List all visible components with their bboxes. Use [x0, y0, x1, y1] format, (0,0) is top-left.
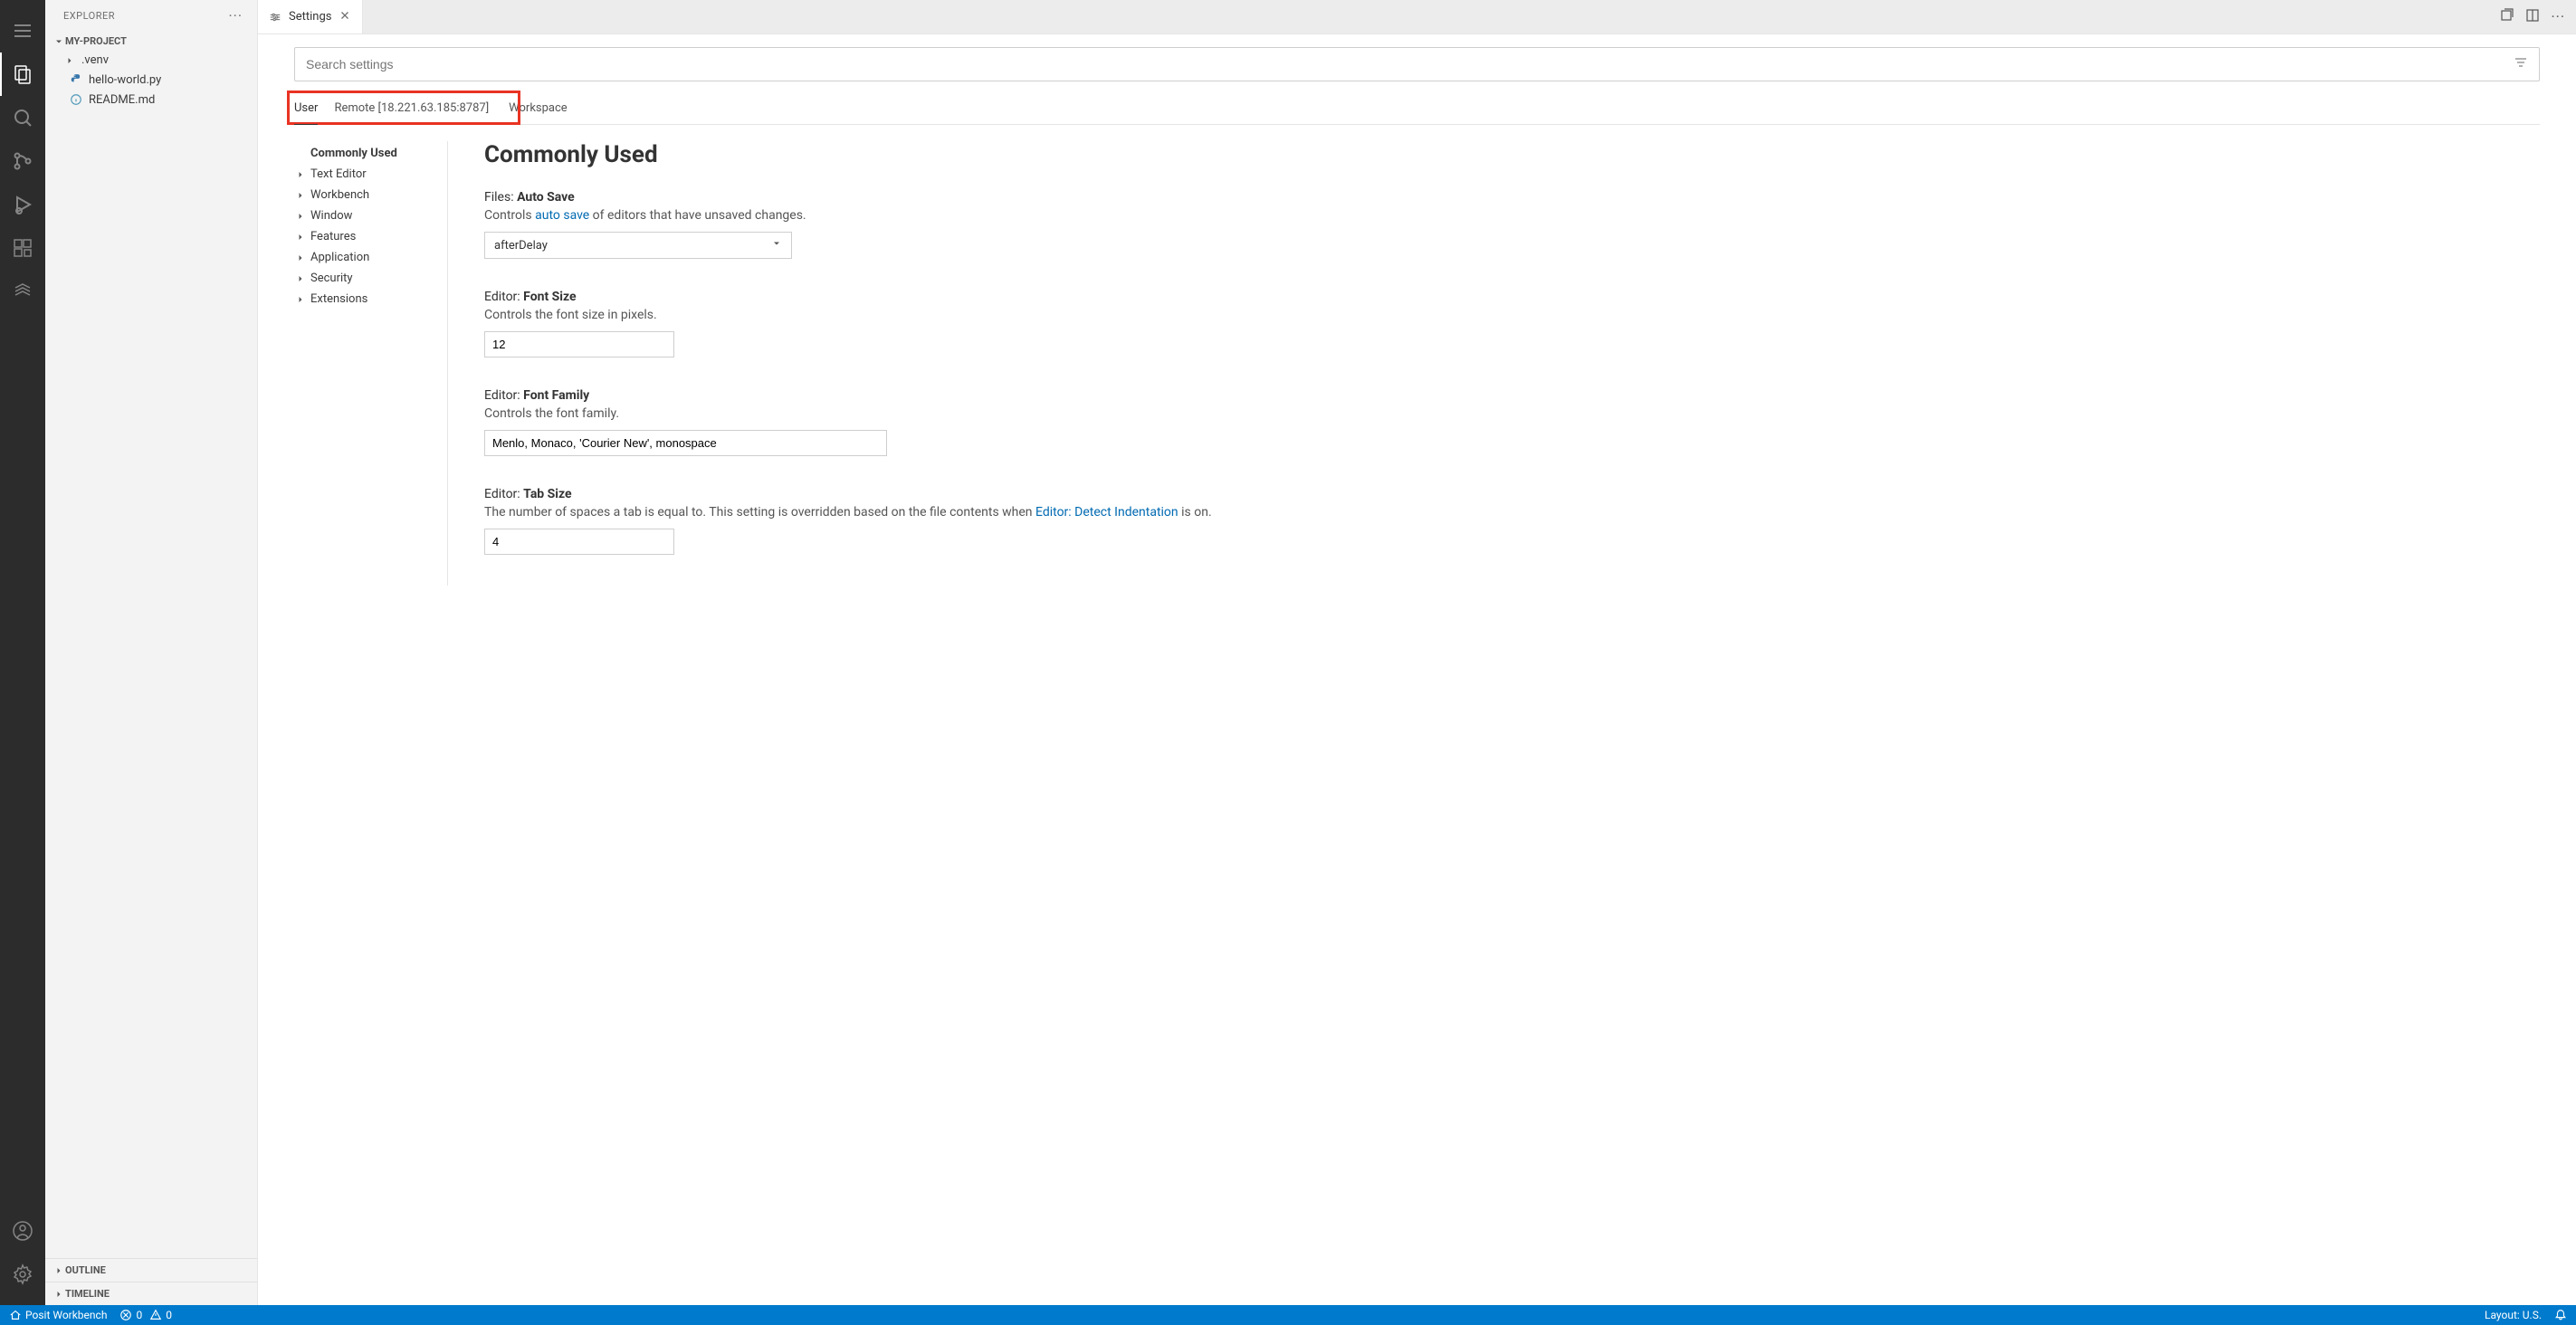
- settings-heading: Commonly Used: [484, 141, 2540, 168]
- file-readme[interactable]: README.md: [45, 90, 257, 110]
- scope-tab-user[interactable]: User: [294, 94, 318, 124]
- split-editor-icon[interactable]: [2525, 8, 2540, 25]
- scope-tab-workspace[interactable]: Workspace: [509, 94, 568, 124]
- autosave-select[interactable]: afterDelay: [484, 232, 792, 259]
- filter-icon[interactable]: [2514, 55, 2528, 73]
- settings-main: Commonly Used Files: Auto Save Controls …: [484, 141, 2540, 586]
- file-label: hello-world.py: [89, 73, 161, 87]
- setting-fontfamily: Editor: Font Family Controls the font fa…: [484, 388, 2540, 456]
- sidebar-more-icon[interactable]: ···: [228, 7, 243, 24]
- info-file-icon: [69, 92, 83, 107]
- open-settings-json-icon[interactable]: [2500, 8, 2514, 25]
- nav-features[interactable]: Features: [294, 226, 438, 247]
- nav-window[interactable]: Window: [294, 205, 438, 226]
- folder-venv[interactable]: .venv: [45, 51, 257, 70]
- close-tab-icon[interactable]: [339, 9, 351, 25]
- status-bar: Posit Workbench 0 0 Layout: U.S.: [0, 1305, 2576, 1325]
- posit-icon[interactable]: [0, 270, 45, 313]
- project-folder[interactable]: MY-PROJECT: [45, 32, 257, 51]
- scope-tab-remote[interactable]: Remote [18.221.63.185:8787]: [334, 94, 489, 124]
- editor-more-icon[interactable]: ···: [2551, 8, 2565, 25]
- file-hello-world[interactable]: hello-world.py: [45, 70, 257, 90]
- nav-commonly-used[interactable]: Commonly Used: [294, 143, 438, 164]
- outline-label: OUTLINE: [65, 1264, 106, 1276]
- accounts-icon[interactable]: [0, 1209, 45, 1253]
- nav-workbench[interactable]: Workbench: [294, 185, 438, 205]
- setting-tabsize: Editor: Tab Size The number of spaces a …: [484, 487, 2540, 555]
- settings-nav: Commonly Used Text Editor Workbench Wind…: [294, 141, 448, 586]
- project-name: MY-PROJECT: [65, 35, 127, 47]
- settings-tab-icon: [269, 11, 281, 24]
- tab-label: Settings: [289, 10, 331, 24]
- fontsize-input[interactable]: [484, 331, 674, 357]
- run-debug-icon[interactable]: [0, 183, 45, 226]
- fontfamily-input[interactable]: [484, 430, 887, 456]
- status-problems[interactable]: 0 0: [119, 1309, 172, 1321]
- settings-scope-tabs: User Remote [18.221.63.185:8787] Workspa…: [294, 94, 2540, 125]
- nav-extensions[interactable]: Extensions: [294, 289, 438, 310]
- sidebar-title: EXPLORER: [63, 10, 115, 22]
- explorer-sidebar: EXPLORER ··· MY-PROJECT .venv hello-worl…: [45, 0, 258, 1305]
- outline-section[interactable]: OUTLINE: [45, 1258, 257, 1282]
- setting-fontsize: Editor: Font Size Controls the font size…: [484, 290, 2540, 357]
- settings-gear-icon[interactable]: [0, 1253, 45, 1296]
- python-file-icon: [69, 72, 83, 87]
- tab-settings[interactable]: Settings: [258, 0, 363, 33]
- status-layout[interactable]: Layout: U.S.: [2485, 1309, 2542, 1321]
- explorer-icon[interactable]: [0, 52, 45, 96]
- editor-area: Settings ···: [258, 0, 2576, 1305]
- nav-application[interactable]: Application: [294, 247, 438, 268]
- menu-icon[interactable]: [0, 9, 45, 52]
- nav-security[interactable]: Security: [294, 268, 438, 289]
- timeline-label: TIMELINE: [65, 1288, 110, 1300]
- status-workbench[interactable]: Posit Workbench: [9, 1309, 107, 1321]
- extensions-icon[interactable]: [0, 226, 45, 270]
- setting-autosave: Files: Auto Save Controls auto save of e…: [484, 190, 2540, 259]
- search-icon[interactable]: [0, 96, 45, 139]
- chevron-down-icon: [771, 238, 782, 253]
- tab-bar: Settings ···: [258, 0, 2576, 34]
- autosave-value: afterDelay: [494, 239, 548, 253]
- folder-label: .venv: [81, 53, 109, 67]
- status-bell-icon[interactable]: [2554, 1309, 2567, 1321]
- tabsize-input[interactable]: [484, 529, 674, 555]
- detect-indentation-link[interactable]: Editor: Detect Indentation: [1035, 505, 1178, 520]
- file-label: README.md: [89, 93, 155, 107]
- autosave-link[interactable]: auto save: [535, 208, 589, 223]
- source-control-icon[interactable]: [0, 139, 45, 183]
- settings-search[interactable]: [294, 47, 2540, 81]
- nav-text-editor[interactable]: Text Editor: [294, 164, 438, 185]
- activity-bar: [0, 0, 45, 1305]
- settings-search-input[interactable]: [306, 57, 2514, 71]
- timeline-section[interactable]: TIMELINE: [45, 1282, 257, 1305]
